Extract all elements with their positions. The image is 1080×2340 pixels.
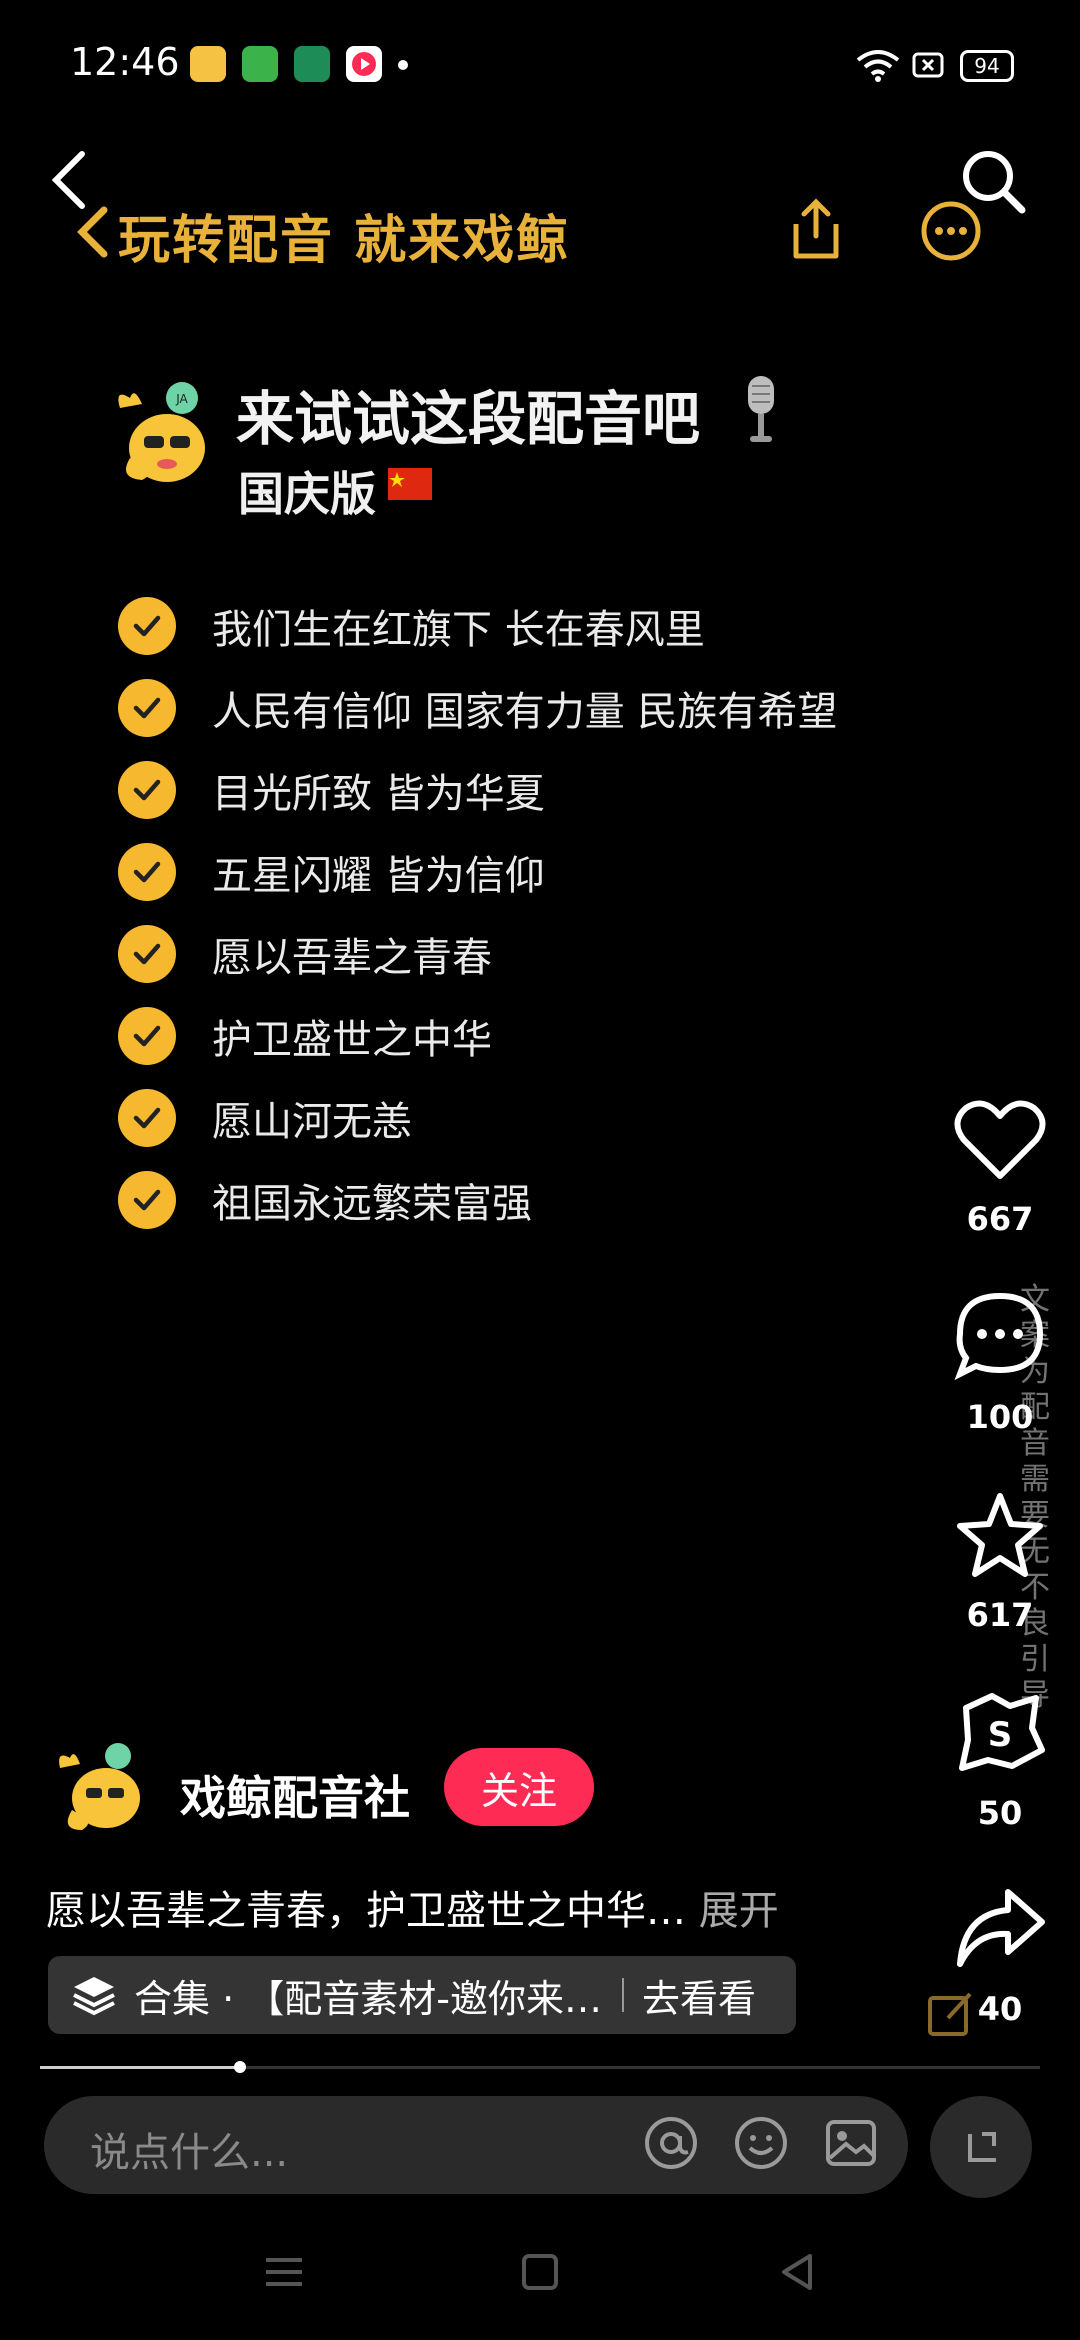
follow-button[interactable]: 关注: [444, 1748, 594, 1826]
script-line-text: 人民有信仰 国家有力量 民族有希望: [212, 689, 838, 735]
check-icon: [118, 597, 176, 655]
iqiyi-app-icon: [242, 46, 278, 82]
check-icon: [118, 679, 176, 737]
oppo-app-icon: [294, 46, 330, 82]
banner-more-icon: [921, 201, 981, 261]
script-line-text: 五星闪耀 皆为信仰: [212, 853, 545, 899]
video-app-icon: [346, 46, 382, 82]
share-icon[interactable]: [952, 1884, 1048, 1974]
collection-bar[interactable]: 合集 · 【配音素材-邀你来… 去看看: [48, 1956, 796, 2034]
menu-nav-icon[interactable]: [262, 2250, 306, 2294]
status-time: 12:46: [70, 40, 180, 84]
progress-fill: [40, 2066, 240, 2069]
battery-icon: 94: [960, 50, 1014, 82]
script-line-text: 目光所致 皆为华夏: [212, 771, 545, 817]
svg-text:S: S: [988, 1715, 1013, 1755]
sim-icon: [912, 52, 944, 78]
image-icon[interactable]: [820, 2112, 882, 2174]
page-subtitle: 国庆版: [238, 467, 376, 521]
author-avatar[interactable]: [52, 1740, 148, 1836]
like-count: 667: [966, 1200, 1034, 1238]
script-line: 我们生在红旗下 长在春风里: [118, 596, 705, 656]
check-icon: [118, 761, 176, 819]
check-icon: [118, 925, 176, 983]
video-caption: 愿以吾辈之青春，护卫盛世之中华… 展开: [46, 1878, 779, 1936]
check-icon: [118, 1089, 176, 1147]
check-icon: [118, 1007, 176, 1065]
script-line: 愿山河无恙: [118, 1088, 412, 1148]
script-line-text: 愿以吾辈之青春: [212, 935, 492, 981]
check-icon: [118, 1171, 176, 1229]
collection-go-button[interactable]: 去看看: [642, 1968, 756, 2023]
banner-chevron-icon: [77, 206, 108, 258]
page-title: 来试试这段配音吧: [236, 385, 701, 453]
disclaimer-vertical-text: 文案为配音需要 无不良引导: [1020, 1282, 1050, 1713]
comment-placeholder: 说点什么...: [90, 2130, 289, 2176]
wallet-app-icon: [190, 46, 226, 82]
home-nav-icon[interactable]: [518, 2250, 562, 2294]
back-nav-icon[interactable]: [776, 2250, 820, 2294]
script-line-text: 护卫盛世之中华: [212, 1017, 492, 1063]
collection-divider: [621, 1978, 624, 2012]
mascot-icon: JA: [118, 382, 205, 482]
notification-dot: [398, 60, 408, 70]
script-line: 人民有信仰 国家有力量 民族有希望: [118, 678, 837, 738]
author-name[interactable]: 戏鲸配音社: [180, 1762, 410, 1828]
script-line: 目光所致 皆为华夏: [118, 760, 545, 820]
script-line: 护卫盛世之中华: [118, 1006, 492, 1066]
video-progress-bar[interactable]: [40, 2061, 1040, 2073]
dub-count: 50: [977, 1794, 1023, 1832]
expand-caption-link[interactable]: 展开: [699, 1888, 779, 1934]
wifi-icon: [856, 50, 900, 82]
mention-icon[interactable]: [640, 2112, 702, 2174]
back-icon[interactable]: [48, 150, 94, 210]
script-line-text: 祖国永远繁荣富强: [212, 1181, 532, 1227]
script-line: 五星闪耀 皆为信仰: [118, 842, 545, 902]
progress-knob[interactable]: [234, 2061, 246, 2073]
collection-title: 合集 · 【配音素材-邀你来…: [134, 1976, 602, 2021]
script-line: 愿以吾辈之青春: [118, 924, 492, 984]
banner-share-icon: [793, 198, 839, 259]
svg-text:JA: JA: [175, 392, 188, 406]
microphone-icon: [748, 376, 774, 442]
fullscreen-button[interactable]: [930, 2096, 1032, 2198]
edit-icon: [928, 1992, 972, 2036]
banner-title: 玩转配音 就来戏鲸: [118, 211, 571, 271]
china-flag-icon: [388, 468, 432, 500]
script-line-text: 愿山河无恙: [212, 1099, 412, 1145]
like-icon[interactable]: [952, 1094, 1048, 1184]
script-line-text: 我们生在红旗下 长在春风里: [212, 607, 705, 653]
emoji-icon[interactable]: [730, 2112, 792, 2174]
caption-text: 愿以吾辈之青春，护卫盛世之中华…: [46, 1888, 686, 1934]
fullscreen-icon: [968, 2132, 996, 2162]
check-icon: [118, 843, 176, 901]
script-line: 祖国永远繁荣富强: [118, 1170, 532, 1230]
collection-layers-icon: [73, 1977, 115, 2016]
